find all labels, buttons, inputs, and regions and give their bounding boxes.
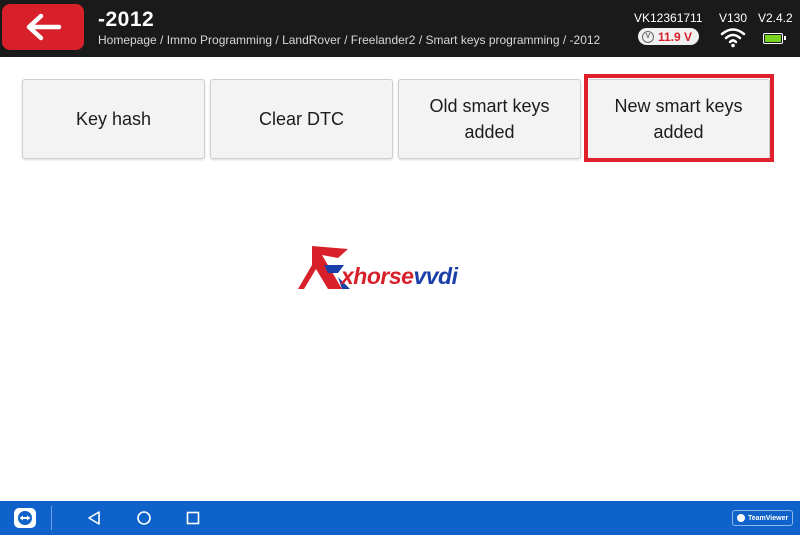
back-button[interactable] <box>2 4 84 50</box>
header-bar: -2012 Homepage / Immo Programming / Land… <box>0 0 800 57</box>
nav-divider <box>51 506 52 530</box>
voltage-value: 11.9 V <box>658 29 693 44</box>
nav-back-icon[interactable] <box>86 510 102 526</box>
new-smart-keys-label: New smart keys added <box>614 96 743 142</box>
back-arrow-icon <box>26 13 62 41</box>
firmware-version: V130 <box>719 11 748 25</box>
logo-text-vvdi: vvdi <box>413 263 458 289</box>
clear-dtc-label: Clear DTC <box>258 109 344 129</box>
clear-dtc-button[interactable]: Clear DTC <box>210 79 393 159</box>
xhorse-vvdi-logo: xhorsevvdi <box>298 243 518 293</box>
old-smart-keys-added-button[interactable]: Old smart keys added <box>398 79 581 159</box>
nav-recent-icon[interactable] <box>186 511 200 525</box>
breadcrumb[interactable]: Homepage / Immo Programming / LandRover … <box>98 33 600 47</box>
logo-wordmark: xhorsevvdi <box>341 263 458 290</box>
teamviewer-label: TeamViewer <box>748 514 789 522</box>
device-serial: VK12361711 <box>634 11 703 25</box>
key-hash-button[interactable]: Key hash <box>22 79 205 159</box>
page-title: -2012 <box>98 8 155 31</box>
app-version: V2.4.2 <box>758 11 793 25</box>
logo-text-xhorse: xhorse <box>341 263 414 289</box>
voltage-badge: V 11.9 V <box>638 28 699 45</box>
voltmeter-icon: V <box>642 30 654 43</box>
teamviewer-app-icon[interactable] <box>14 508 36 528</box>
android-nav-bar: TeamViewer <box>0 501 800 535</box>
new-smart-keys-added-button[interactable]: New smart keys added <box>587 79 770 159</box>
old-smart-keys-label: Old smart keys added <box>429 96 550 142</box>
key-hash-label: Key hash <box>75 109 152 129</box>
wifi-icon <box>720 28 746 48</box>
teamviewer-badge[interactable]: TeamViewer <box>732 510 794 526</box>
option-buttons: Key hash Clear DTC Old smart keys added … <box>0 57 800 177</box>
battery-icon <box>763 33 786 44</box>
teamviewer-logo-icon <box>737 514 745 522</box>
nav-home-icon[interactable] <box>136 510 152 526</box>
